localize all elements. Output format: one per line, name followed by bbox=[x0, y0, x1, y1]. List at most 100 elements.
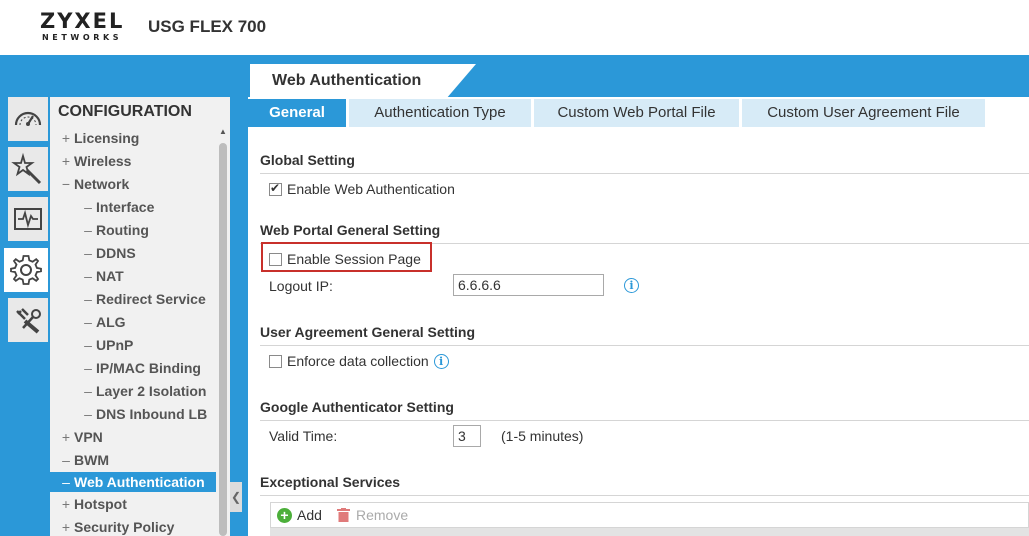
nav-item-hotspot[interactable]: + Hotspot bbox=[50, 494, 216, 514]
nav-item-label: Network bbox=[74, 176, 130, 192]
nav-item-nat[interactable]: – NAT bbox=[50, 266, 216, 286]
nav-item-licensing[interactable]: + Licensing bbox=[50, 128, 216, 148]
tab-authentication-type[interactable]: Authentication Type bbox=[349, 99, 531, 127]
leaf-dash: – bbox=[84, 245, 92, 261]
quick-setup-tab[interactable] bbox=[8, 147, 48, 191]
scrollbar-thumb[interactable] bbox=[219, 143, 227, 536]
collapse-panel-button[interactable]: ❮ bbox=[230, 482, 242, 512]
nav-item-label: Layer 2 Isolation bbox=[96, 383, 207, 399]
tab-custom-web-portal-file[interactable]: Custom Web Portal File bbox=[534, 99, 739, 127]
page-title-tab: Web Authentication bbox=[250, 64, 446, 99]
nav-item-dns-inbound-lb[interactable]: – DNS Inbound LB bbox=[50, 404, 216, 424]
nav-scrollbar[interactable]: ▲ bbox=[218, 127, 228, 536]
nav-item-label: Wireless bbox=[74, 153, 132, 169]
zyxel-logo-subtitle: NETWORKS bbox=[42, 33, 123, 42]
leaf-dash: – bbox=[84, 268, 92, 284]
leaf-dash: – bbox=[84, 291, 92, 307]
nav-item-label: Routing bbox=[96, 222, 149, 238]
trash-icon bbox=[337, 508, 350, 522]
tab-general[interactable]: General bbox=[248, 99, 346, 127]
monitor-tab[interactable] bbox=[8, 197, 48, 241]
leaf-dash: – bbox=[84, 337, 92, 353]
nav-item-interface[interactable]: – Interface bbox=[50, 197, 216, 217]
nav-item-layer2-isolation[interactable]: – Layer 2 Isolation bbox=[50, 381, 216, 401]
maintenance-tab[interactable] bbox=[8, 298, 48, 342]
add-icon: + bbox=[277, 507, 292, 523]
nav-item-security-policy[interactable]: + Security Policy bbox=[50, 517, 216, 536]
leaf-dash: – bbox=[62, 452, 70, 468]
nav-item-bwm[interactable]: – BWM bbox=[50, 450, 216, 470]
nav-item-ddns[interactable]: – DDNS bbox=[50, 243, 216, 263]
monitor-icon bbox=[14, 208, 42, 230]
enable-web-auth-checkbox[interactable] bbox=[269, 181, 282, 196]
expand-icon[interactable]: + bbox=[58, 151, 74, 171]
dashboard-icon bbox=[14, 111, 42, 126]
add-label: Add bbox=[297, 507, 322, 523]
remove-button[interactable]: Remove bbox=[337, 507, 408, 523]
enforce-data-collection-label: Enforce data collection bbox=[287, 353, 429, 369]
expand-icon[interactable]: + bbox=[58, 517, 74, 536]
enforce-data-collection-checkbox[interactable] bbox=[269, 354, 282, 368]
nav-item-label: ALG bbox=[96, 314, 126, 330]
valid-time-input[interactable] bbox=[453, 425, 481, 447]
nav-item-ip-mac-binding[interactable]: – IP/MAC Binding bbox=[50, 358, 216, 378]
nav-item-network[interactable]: − Network bbox=[50, 174, 216, 194]
expand-icon[interactable]: + bbox=[58, 128, 74, 148]
dashboard-tab[interactable] bbox=[8, 97, 48, 141]
logout-ip-label: Logout IP: bbox=[269, 278, 333, 294]
enable-session-page-row[interactable]: Enable Session Page bbox=[269, 251, 421, 267]
configuration-tab[interactable] bbox=[4, 248, 48, 292]
zyxel-logo: ZYXEL bbox=[40, 9, 125, 33]
nav-item-redirect-service[interactable]: – Redirect Service bbox=[50, 289, 216, 309]
enforce-data-collection-row[interactable]: Enforce data collection i bbox=[269, 353, 449, 369]
section-google-authenticator-setting: Google Authenticator Setting bbox=[260, 399, 1029, 421]
chevron-left-icon: ❮ bbox=[230, 490, 242, 504]
expand-icon[interactable]: + bbox=[58, 427, 74, 447]
enable-web-auth-row[interactable]: Enable Web Authentication bbox=[269, 181, 455, 197]
add-button[interactable]: + Add bbox=[277, 507, 322, 523]
nav-item-alg[interactable]: – ALG bbox=[50, 312, 216, 332]
valid-time-hint: (1-5 minutes) bbox=[501, 428, 584, 444]
nav-item-routing[interactable]: – Routing bbox=[50, 220, 216, 240]
nav-item-vpn[interactable]: + VPN bbox=[50, 427, 216, 447]
section-web-portal-general-setting: Web Portal General Setting bbox=[260, 222, 1029, 244]
sub-tabs: General Authentication Type Custom Web P… bbox=[248, 97, 1029, 129]
nav-title: CONFIGURATION bbox=[58, 103, 192, 120]
section-exceptional-services: Exceptional Services bbox=[260, 474, 1029, 496]
nav-item-wireless[interactable]: + Wireless bbox=[50, 151, 216, 171]
nav-item-label: BWM bbox=[74, 452, 109, 468]
nav-item-label: IP/MAC Binding bbox=[96, 360, 201, 376]
device-model: USG FLEX 700 bbox=[148, 17, 267, 36]
nav-item-label: Redirect Service bbox=[96, 291, 206, 307]
scroll-up-icon[interactable]: ▲ bbox=[219, 127, 227, 136]
top-header: ZYXEL NETWORKS USG FLEX 700 bbox=[0, 0, 1029, 55]
info-icon[interactable]: i bbox=[433, 353, 449, 369]
nav-item-label: Licensing bbox=[74, 130, 140, 146]
nav-item-web-authentication[interactable]: – Web Authentication bbox=[50, 472, 216, 492]
section-user-agreement-setting: User Agreement General Setting bbox=[260, 324, 1029, 346]
collapse-icon[interactable]: − bbox=[58, 174, 74, 194]
section-global-setting: Global Setting bbox=[260, 152, 1029, 174]
gear-icon bbox=[10, 255, 42, 285]
nav-item-label: Web Authentication bbox=[74, 474, 205, 490]
nav-item-upnp[interactable]: – UPnP bbox=[50, 335, 216, 355]
leaf-dash: – bbox=[84, 199, 92, 215]
logout-ip-input[interactable] bbox=[453, 274, 604, 296]
exceptional-services-grid-header bbox=[270, 528, 1029, 536]
nav-item-label: DDNS bbox=[96, 245, 136, 261]
exceptional-services-toolbar: + Add Remove bbox=[270, 502, 1029, 528]
remove-label: Remove bbox=[356, 507, 409, 523]
tab-custom-user-agreement-file[interactable]: Custom User Agreement File bbox=[742, 99, 985, 127]
nav-item-label: NAT bbox=[96, 268, 124, 284]
nav-item-label: DNS Inbound LB bbox=[96, 406, 208, 422]
leaf-dash: – bbox=[84, 383, 92, 399]
enable-web-auth-label: Enable Web Authentication bbox=[287, 181, 455, 197]
leaf-dash: – bbox=[84, 360, 92, 376]
valid-time-label: Valid Time: bbox=[269, 428, 338, 444]
enable-session-page-checkbox[interactable] bbox=[269, 252, 282, 266]
info-icon[interactable]: i bbox=[624, 278, 639, 293]
configuration-nav: CONFIGURATION + Licensing + Wireless − Netw… bbox=[50, 97, 230, 536]
expand-icon[interactable]: + bbox=[58, 494, 74, 514]
leaf-dash: – bbox=[84, 406, 92, 422]
nav-item-label: Security Policy bbox=[74, 519, 175, 535]
